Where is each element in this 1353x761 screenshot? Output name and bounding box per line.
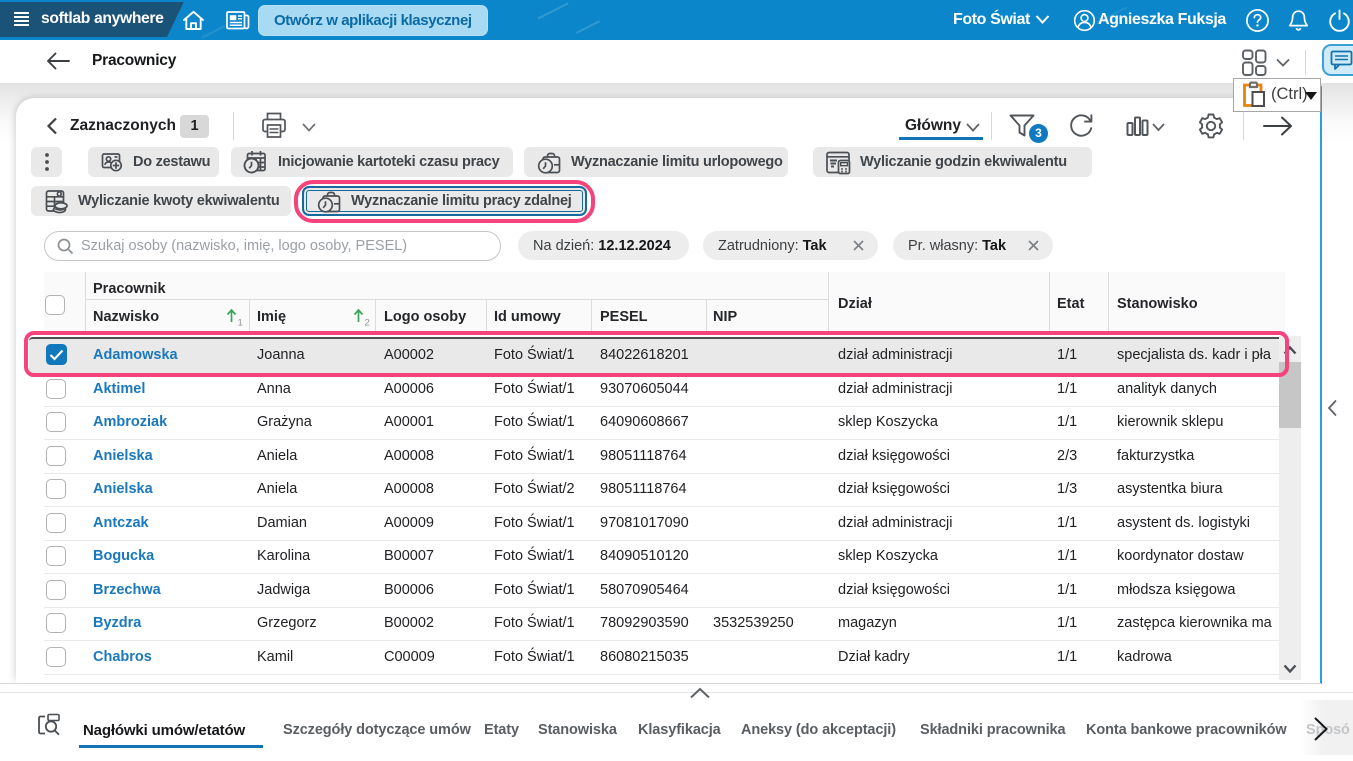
svg-text:1: 1: [238, 318, 243, 328]
svg-text:2: 2: [365, 318, 370, 328]
